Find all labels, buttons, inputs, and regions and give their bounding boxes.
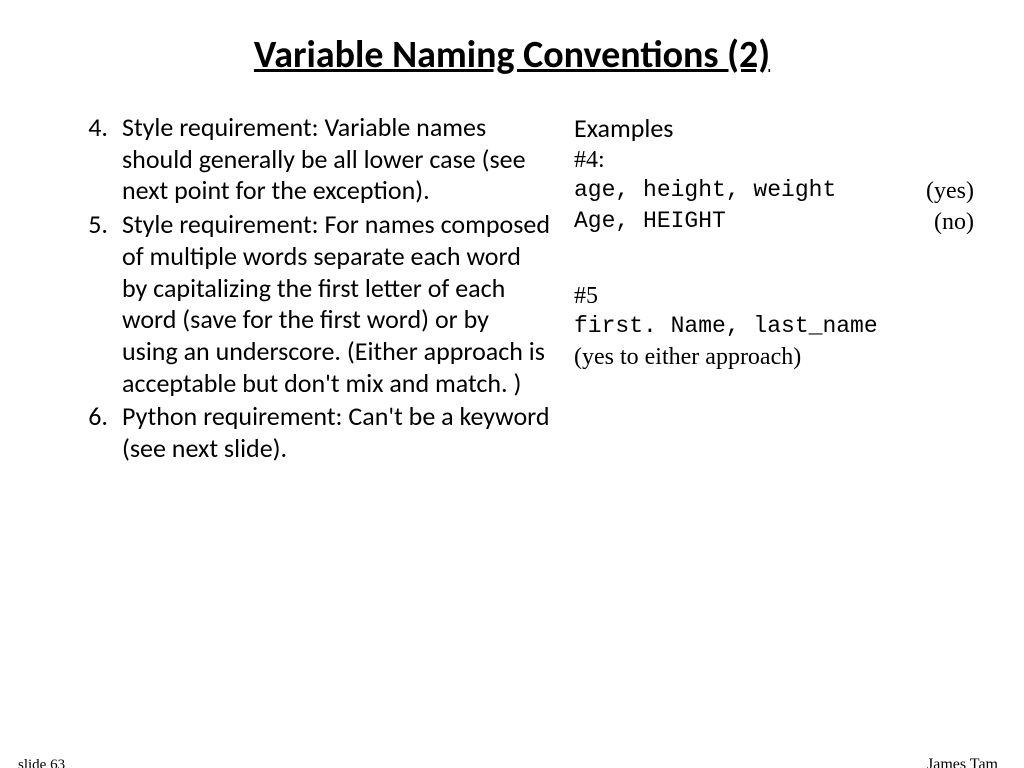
example-note: (no) [934,207,974,238]
slide-title: Variable Naming Conventions (2) [0,32,1024,78]
list-item: 5. Style requirement: For names composed… [50,209,550,399]
item-number: 4. [50,112,122,207]
example-4-label: #4: [574,145,974,176]
item-number: 5. [50,209,122,399]
numbered-list: 4. Style requirement: Variable names sho… [50,112,550,465]
examples-column: Examples #4: age, height, weight (yes) A… [550,112,974,467]
item-text: Style requirement: Variable names should… [122,112,550,207]
examples-heading: Examples [574,112,974,145]
example-code: age, height, weight [574,176,836,207]
bullet-list-column: 4. Style requirement: Variable names sho… [50,112,550,467]
example-note: (yes to either approach) [574,342,974,373]
example-5-block: #5 first. Name, last_name (yes to either… [574,281,974,372]
slide-number: slide 63 [18,757,65,768]
item-number: 6. [50,401,122,464]
example-code: Age, HEIGHT [574,207,726,238]
example-5-label: #5 [574,281,974,312]
example-4-row-no: Age, HEIGHT (no) [574,207,974,238]
slide: Variable Naming Conventions (2) 4. Style… [0,32,1024,768]
list-item: 6. Python requirement: Can't be a keywor… [50,401,550,464]
author-name: James Tam [927,756,998,768]
item-text: Python requirement: Can't be a keyword (… [122,401,550,464]
example-code: first. Name, last_name [574,312,974,341]
example-4-row-yes: age, height, weight (yes) [574,176,974,207]
example-note: (yes) [926,176,974,207]
item-text: Style requirement: For names composed of… [122,209,550,399]
list-item: 4. Style requirement: Variable names sho… [50,112,550,207]
content-columns: 4. Style requirement: Variable names sho… [0,112,1024,467]
